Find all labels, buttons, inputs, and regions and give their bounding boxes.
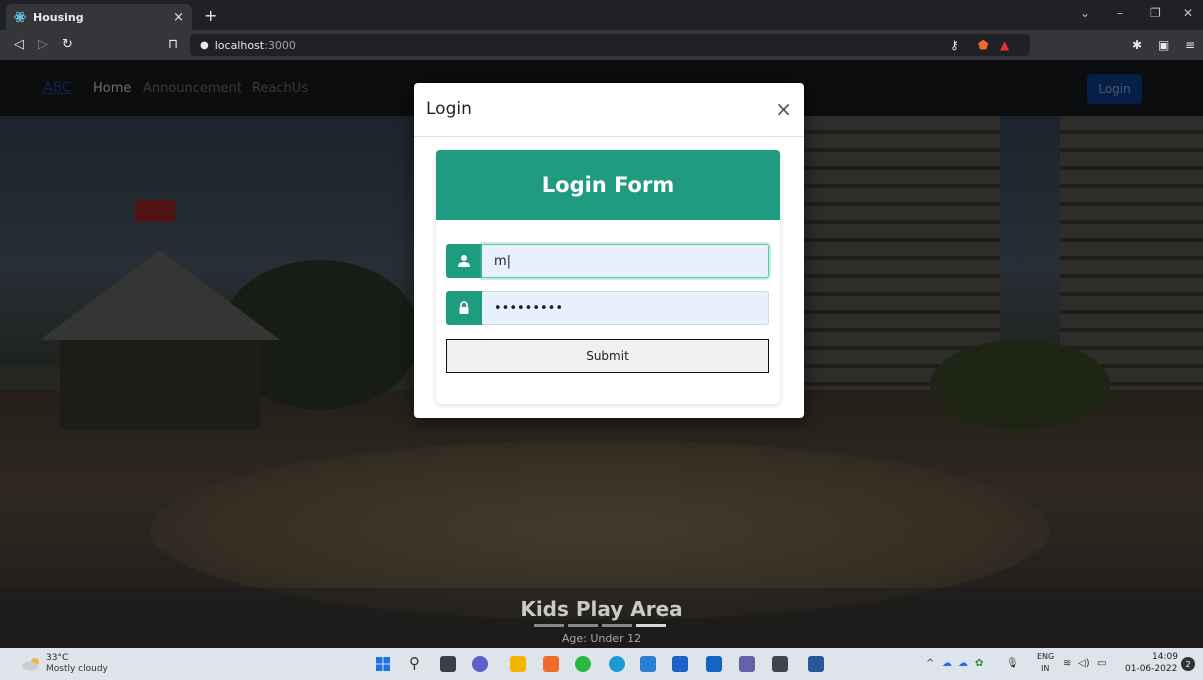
username-field: m| [446,244,769,278]
password-input[interactable]: ••••••••• [482,291,769,325]
tab-close-icon[interactable]: × [173,10,184,25]
browser-tab-housing[interactable]: Housing × [6,4,192,30]
reload-icon[interactable]: ↻ [62,37,73,52]
extensions-icon[interactable]: ✱ [1132,38,1142,52]
tab-search-icon[interactable]: ⌄ [1080,6,1090,20]
slide-title: Kids Play Area [520,597,683,621]
file-explorer-icon[interactable] [510,656,526,672]
lock-icon [446,291,482,325]
windows-start-icon[interactable] [375,656,391,672]
restore-icon[interactable]: ❐ [1150,6,1161,20]
tab-title: Housing [33,10,84,24]
word-icon[interactable] [808,656,824,672]
new-tab-button[interactable]: + [204,6,217,25]
onedrive-icon[interactable]: ☁ [958,658,968,669]
user-icon [446,244,482,278]
app-icon[interactable] [706,656,722,672]
username-input[interactable]: m| [482,244,769,278]
carousel-indicator[interactable] [568,624,598,627]
edge-icon[interactable] [609,656,625,672]
wifi-icon[interactable]: ≋ [1063,658,1071,669]
clock-time[interactable]: 14:09 [1152,652,1178,662]
search-icon[interactable]: ⚲ [409,654,425,672]
login-form-title: Login Form [436,150,780,220]
carousel-indicator[interactable] [534,624,564,627]
teams-chat-icon[interactable] [472,656,488,672]
brave-rewards-icon[interactable]: ▲ [1000,38,1009,52]
url-port: :3000 [264,38,296,52]
chevron-up-icon[interactable]: ^ [926,658,934,669]
app-tray-icon[interactable]: ✿ [975,658,983,669]
site-info-icon[interactable]: ● [200,40,209,51]
browser-toolbar: ◁ ▷ ↻ ⊓ ● localhost :3000 ⚷ ⬟ ▲ ✱ ▣ ≡ [0,30,1203,60]
login-form-card: Login Form m| ••••••••• Submit [436,150,780,404]
language-indicator[interactable]: ENG [1037,652,1054,661]
brave-browser-icon[interactable] [543,656,559,672]
back-icon[interactable]: ◁ [14,37,24,52]
forward-icon[interactable]: ▷ [38,37,48,52]
menu-icon[interactable]: ≡ [1185,38,1195,52]
teams-icon[interactable] [739,656,755,672]
carousel-indicator-active[interactable] [636,624,666,627]
onedrive-icon[interactable]: ☁ [942,658,952,669]
close-window-icon[interactable]: ✕ [1183,6,1193,20]
browser-tab-bar: Housing × + ⌄ – ❐ ✕ [0,0,1203,30]
login-modal: Login × Login Form m| ••••••••• Submit [414,83,804,418]
wallet-icon[interactable]: ▣ [1158,38,1169,52]
cloud-icon[interactable] [21,657,43,671]
brave-shield-icon[interactable]: ⬟ [978,38,988,52]
key-icon[interactable]: ⚷ [950,38,959,52]
whatsapp-icon[interactable] [575,656,591,672]
language-region[interactable]: IN [1041,664,1049,673]
volume-icon[interactable]: ◁) [1078,658,1090,669]
password-field: ••••••••• [446,291,769,325]
task-view-icon[interactable] [440,656,456,672]
carousel-indicators [534,624,666,627]
bookmark-icon[interactable]: ⊓ [168,37,178,52]
notification-badge[interactable]: 2 [1181,657,1195,671]
carousel-indicator[interactable] [602,624,632,627]
clock-date[interactable]: 01-06-2022 [1125,664,1177,674]
react-icon [14,11,26,23]
minimize-icon[interactable]: – [1117,6,1123,20]
battery-icon[interactable]: ▭ [1097,658,1106,669]
close-icon[interactable]: × [775,97,792,121]
modal-header: Login × [414,83,804,137]
modal-title: Login [426,99,472,119]
weather-temperature[interactable]: 33°C [46,653,68,663]
microphone-icon[interactable]: 🎙 [1006,658,1019,669]
submit-button[interactable]: Submit [446,339,769,373]
vscode-icon[interactable] [640,656,656,672]
address-bar[interactable]: ● localhost :3000 [190,34,1030,56]
weather-description[interactable]: Mostly cloudy [46,664,108,674]
store-icon[interactable] [672,656,688,672]
terminal-icon[interactable] [772,656,788,672]
taskbar: 33°C Mostly cloudy ⚲ ^ ☁ ☁ ✿ 🎙 ENG IN ≋ … [0,648,1203,680]
url-host: localhost [214,38,265,52]
slide-subtitle: Age: Under 12 [561,632,642,645]
